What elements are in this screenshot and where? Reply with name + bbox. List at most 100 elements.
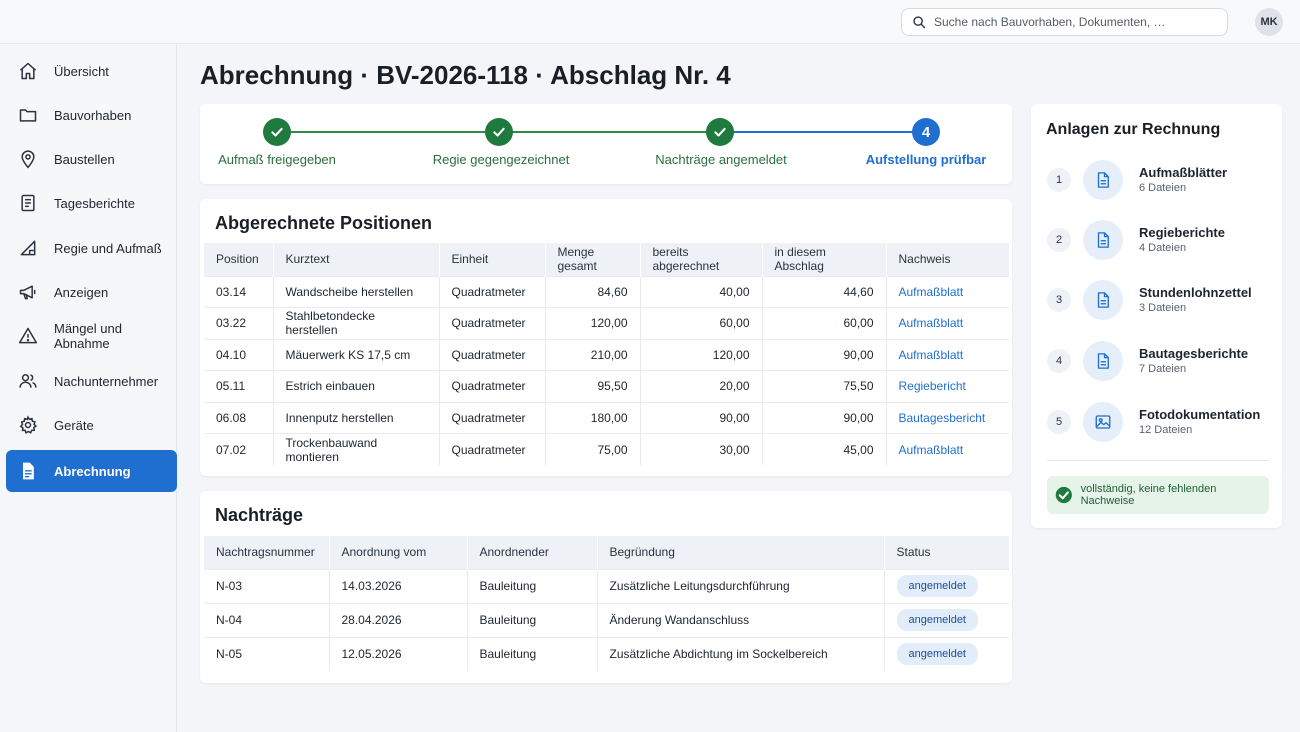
attachment-count: 4 Dateien: [1139, 242, 1187, 254]
nachweis-link[interactable]: Aufmaßblatt: [886, 338, 1009, 371]
attachment-name: Fotodokumentation: [1139, 407, 1261, 422]
search-box[interactable]: [901, 8, 1228, 36]
attachment-item[interactable]: 4 Bautagesberichte 7 Dateien: [1047, 341, 1277, 381]
column-header: Nachtragsnummer: [204, 536, 330, 569]
nachtraege-table: Nachtragsnummer Anordnung vom Anordnende…: [204, 536, 1009, 671]
cell-bereits-abgerechnet: 60,00: [640, 307, 763, 339]
attachment-item[interactable]: 2 Regieberichte 4 Dateien: [1047, 220, 1277, 260]
cell-anordnender: Bauleitung: [467, 602, 598, 637]
cell-nachtragsnummer: N-03: [204, 568, 330, 603]
cell-anordnung-vom: 28.04.2026: [329, 602, 468, 637]
cell-status: angemeldet: [884, 602, 1009, 637]
sidebar-item-geraete[interactable]: Geräte: [6, 404, 177, 446]
attachment-number: 4: [1047, 349, 1071, 373]
table-row: 03.22 Stahlbetondecke herstellen Quadrat…: [204, 307, 1009, 339]
step-label: Regie gegengezeichnet: [432, 152, 570, 167]
cell-menge-gesamt: 120,00: [545, 307, 641, 339]
search-input[interactable]: [934, 15, 1214, 29]
avatar[interactable]: MK: [1255, 8, 1283, 36]
cell-menge-gesamt: 84,60: [545, 275, 641, 308]
cell-kurztext: Trockenbauwand montieren: [273, 433, 440, 465]
nachweis-link[interactable]: Aufmaßblatt: [886, 433, 1009, 465]
cell-einheit: Quadratmeter: [439, 275, 546, 308]
column-header: Menge gesamt: [545, 243, 641, 276]
attachments-title: Anlagen zur Rechnung: [1046, 121, 1221, 138]
home-icon: [20, 62, 36, 80]
cell-position: 07.02: [204, 433, 274, 465]
sidebar-item-label: Tagesberichte: [54, 195, 135, 211]
nachweis-link[interactable]: Aufmaßblatt: [886, 275, 1009, 308]
cell-in-diesem-abschlag: 75,50: [762, 370, 887, 402]
cell-begruendung: Zusätzliche Leitungsdurchführung: [597, 568, 885, 603]
step-1-check: [263, 118, 291, 146]
status-badge: angemeldet: [896, 643, 978, 666]
cell-nachtragsnummer: N-04: [204, 602, 330, 637]
positions-table: Position Kurztext Einheit Menge gesamt b…: [204, 243, 1009, 465]
cell-in-diesem-abschlag: 60,00: [762, 307, 887, 339]
cell-position: 03.22: [204, 307, 274, 339]
cell-anordnender: Bauleitung: [467, 568, 598, 603]
cell-kurztext: Innenputz herstellen: [273, 401, 440, 434]
sidebar-item-label: Anzeigen: [54, 284, 109, 300]
attachment-name: Regieberichte: [1139, 225, 1225, 240]
sidebar-item-label: Regie und Aufmaß: [54, 240, 162, 256]
sidebar-item-uebersicht[interactable]: Übersicht: [6, 50, 177, 92]
cell-anordnender: Bauleitung: [467, 636, 598, 671]
cell-position: 06.08: [204, 401, 274, 434]
attachment-item[interactable]: 5 Fotodokumentation 12 Dateien: [1047, 402, 1277, 442]
cell-begruendung: Zusätzliche Abdichtung im Sockelbereich: [597, 636, 885, 671]
cell-kurztext: Mäuerwerk KS 17,5 cm: [273, 338, 440, 371]
sidebar-item-regie-aufmass[interactable]: Regie und Aufmaß: [6, 227, 177, 269]
table-header-row: Nachtragsnummer Anordnung vom Anordnende…: [204, 536, 1009, 569]
attachments-panel: Anlagen zur Rechnung 1 Aufmaßblätter 6 D…: [1031, 104, 1282, 528]
table-header-row: Position Kurztext Einheit Menge gesamt b…: [204, 243, 1009, 276]
nachweis-link[interactable]: Aufmaßblatt: [886, 307, 1009, 339]
step-label: Aufstellung prüfbar: [865, 152, 987, 167]
nachweis-link[interactable]: Regiebericht: [886, 370, 1009, 402]
cell-in-diesem-abschlag: 90,00: [762, 338, 887, 371]
column-header: Einheit: [439, 243, 546, 276]
sidebar-item-tagesberichte[interactable]: Tagesberichte: [6, 182, 177, 224]
cell-in-diesem-abschlag: 90,00: [762, 401, 887, 434]
sidebar-item-label: Bauvorhaben: [54, 107, 132, 123]
sidebar-item-anzeigen[interactable]: Anzeigen: [6, 271, 177, 313]
step-label: Aufmaß freigegeben: [218, 152, 336, 167]
attachment-item[interactable]: 1 Aufmaßblätter 6 Dateien: [1047, 160, 1277, 200]
column-header: Nachweis: [886, 243, 1009, 276]
sidebar-item-abrechnung[interactable]: Abrechnung: [6, 450, 177, 492]
attachment-name: Aufmaßblätter: [1139, 165, 1228, 180]
cell-in-diesem-abschlag: 44,60: [762, 275, 887, 308]
status-badge: angemeldet: [896, 575, 978, 597]
attachment-number: 2: [1047, 228, 1071, 252]
step-3-check: [706, 118, 734, 146]
cell-bereits-abgerechnet: 20,00: [640, 370, 763, 402]
sidebar-item-label: Übersicht: [54, 63, 109, 79]
table-row: N-03 14.03.2026 Bauleitung Zusätzliche L…: [204, 568, 1009, 603]
warning-icon: [18, 327, 38, 344]
cell-in-diesem-abschlag: 45,00: [762, 433, 887, 465]
sidebar-item-bauvorhaben[interactable]: Bauvorhaben: [6, 94, 177, 136]
attachment-name: Stundenlohnzettel: [1139, 285, 1252, 300]
search-icon: [913, 16, 926, 29]
completeness-status: vollständig, keine fehlenden Nachweise: [1047, 476, 1269, 514]
attachment-item[interactable]: 3 Stundenlohnzettel 3 Dateien: [1047, 280, 1277, 320]
step-4-current: 4: [912, 118, 940, 146]
column-header: Begründung: [597, 536, 885, 569]
column-header: Anordnender: [467, 536, 598, 569]
top-bar: MK: [0, 0, 1300, 44]
cell-bereits-abgerechnet: 120,00: [640, 338, 763, 371]
page-title: Abrechnung · BV-2026-118 · Abschlag Nr. …: [200, 60, 731, 90]
sidebar-item-maengel-abnahme[interactable]: Mängel und Abnahme: [6, 315, 177, 357]
sidebar-item-nachunternehmer[interactable]: Nachunternehmer: [6, 360, 177, 402]
nachtraege-title: Nachträge: [215, 505, 304, 525]
nachweis-link[interactable]: Bautagesbericht: [886, 401, 1009, 434]
cell-anordnung-vom: 12.05.2026: [329, 636, 468, 671]
sidebar-item-label: Baustellen: [54, 151, 115, 167]
cell-menge-gesamt: 95,50: [545, 370, 641, 402]
sidebar-item-baustellen[interactable]: Baustellen: [6, 138, 177, 180]
location-pin-icon: [21, 150, 35, 169]
cell-status: angemeldet: [884, 568, 1009, 603]
image-icon: [1083, 402, 1123, 442]
attachment-count: 6 Dateien: [1139, 182, 1187, 194]
document-icon: [1083, 280, 1123, 320]
